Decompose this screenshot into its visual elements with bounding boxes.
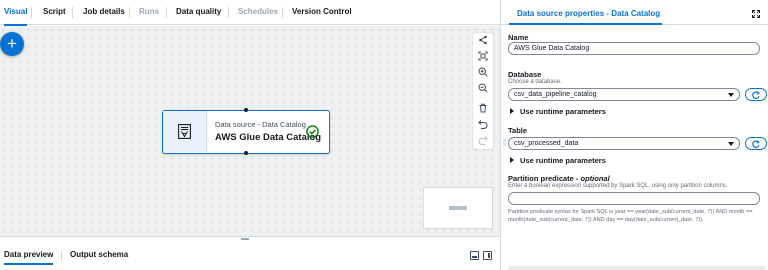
canvas-toolbar [473,33,493,149]
tab-data-preview[interactable]: Data preview [4,250,54,265]
database-refresh-button[interactable] [745,88,767,101]
partition-description: Enter a boolean expression supported by … [508,183,728,189]
data-source-node[interactable]: Data source - Data Catalog AWS Glue Data… [162,110,330,154]
partition-predicate-label: Partition predicate - optional [508,174,610,183]
fit-view-icon[interactable] [476,51,490,65]
tab-runs[interactable]: Runs [139,0,159,25]
database-runtime-params-toggle[interactable]: Use runtime parameters [510,107,606,116]
caret-right-icon [510,108,514,114]
resize-handle[interactable] [241,238,249,240]
table-label: Table [508,126,528,135]
tab-schedules[interactable]: Schedules [238,0,278,25]
tab-divider [129,7,130,18]
name-input[interactable]: AWS Glue Data Catalog [508,42,760,55]
caret-down-icon [728,142,734,146]
tab-divider [72,7,73,18]
plus-icon: + [7,34,17,53]
properties-title-underline [509,23,662,25]
tab-visual[interactable]: Visual [4,0,28,26]
table-refresh-button[interactable] [745,137,767,150]
database-select[interactable]: csv_data_pipeline_catalog [508,88,740,101]
caret-right-icon [510,157,514,163]
partition-predicate-input[interactable] [508,192,760,205]
tab-output-schema[interactable]: Output schema [70,250,128,259]
tab-divider [61,251,62,261]
tab-data-quality[interactable]: Data quality [176,0,221,25]
panel-bottom-icon[interactable] [470,251,479,260]
node-input-port[interactable] [244,108,248,112]
panel-side-icon[interactable] [483,251,492,260]
database-label: Database [508,70,542,79]
properties-panel [500,0,768,270]
tab-version-control[interactable]: Version Control [292,0,352,25]
node-type-label: Data source - Data Catalog [215,120,306,129]
glue-studio-editor: Visual Script Job details Runs Data qual… [0,0,768,270]
add-node-button[interactable]: + [0,32,24,56]
minimap-node [449,206,467,210]
database-select-value: csv_data_pipeline_catalog [514,91,597,98]
redo-icon[interactable] [476,135,490,149]
tab-divider [31,7,32,18]
optional-tag: optional [580,174,610,183]
name-label: Name [508,33,529,42]
editor-tabs: Visual Script Job details Runs Data qual… [0,0,500,26]
zoom-out-icon[interactable] [476,83,490,97]
partition-syntax-hint: Partition predicate syntax for Spark SQL… [508,209,753,223]
delete-icon[interactable] [476,103,490,117]
properties-title[interactable]: Data source properties - Data Catalog [517,9,660,18]
share-icon[interactable] [476,35,490,49]
tab-divider [282,7,283,18]
undo-icon[interactable] [476,119,490,133]
node-output-port[interactable] [244,151,248,155]
tab-divider [166,7,167,18]
data-catalog-icon [178,124,191,139]
runtime-params-label: Use runtime parameters [520,107,606,116]
table-select[interactable]: csv_processed_data [508,137,740,150]
caret-down-icon [728,93,734,97]
node-icon-box [163,111,207,152]
database-description: Choose a database. [508,79,562,85]
expand-icon[interactable] [752,10,760,18]
table-runtime-params-toggle[interactable]: Use runtime parameters [510,156,606,165]
canvas-minimap[interactable] [423,187,493,229]
runtime-params-label: Use runtime parameters [520,156,606,165]
tab-divider [228,7,229,18]
zoom-in-icon[interactable] [476,67,490,81]
partition-label-text: Partition predicate - [508,174,581,183]
panel-scrollbar[interactable] [508,266,766,270]
table-select-value: csv_processed_data [514,140,579,147]
success-check-icon [306,125,319,138]
panel-resize-handle[interactable] [503,138,506,146]
tab-script[interactable]: Script [43,0,66,25]
refresh-icon [752,90,760,99]
tab-job-details[interactable]: Job details [83,0,125,25]
refresh-icon [752,139,760,148]
